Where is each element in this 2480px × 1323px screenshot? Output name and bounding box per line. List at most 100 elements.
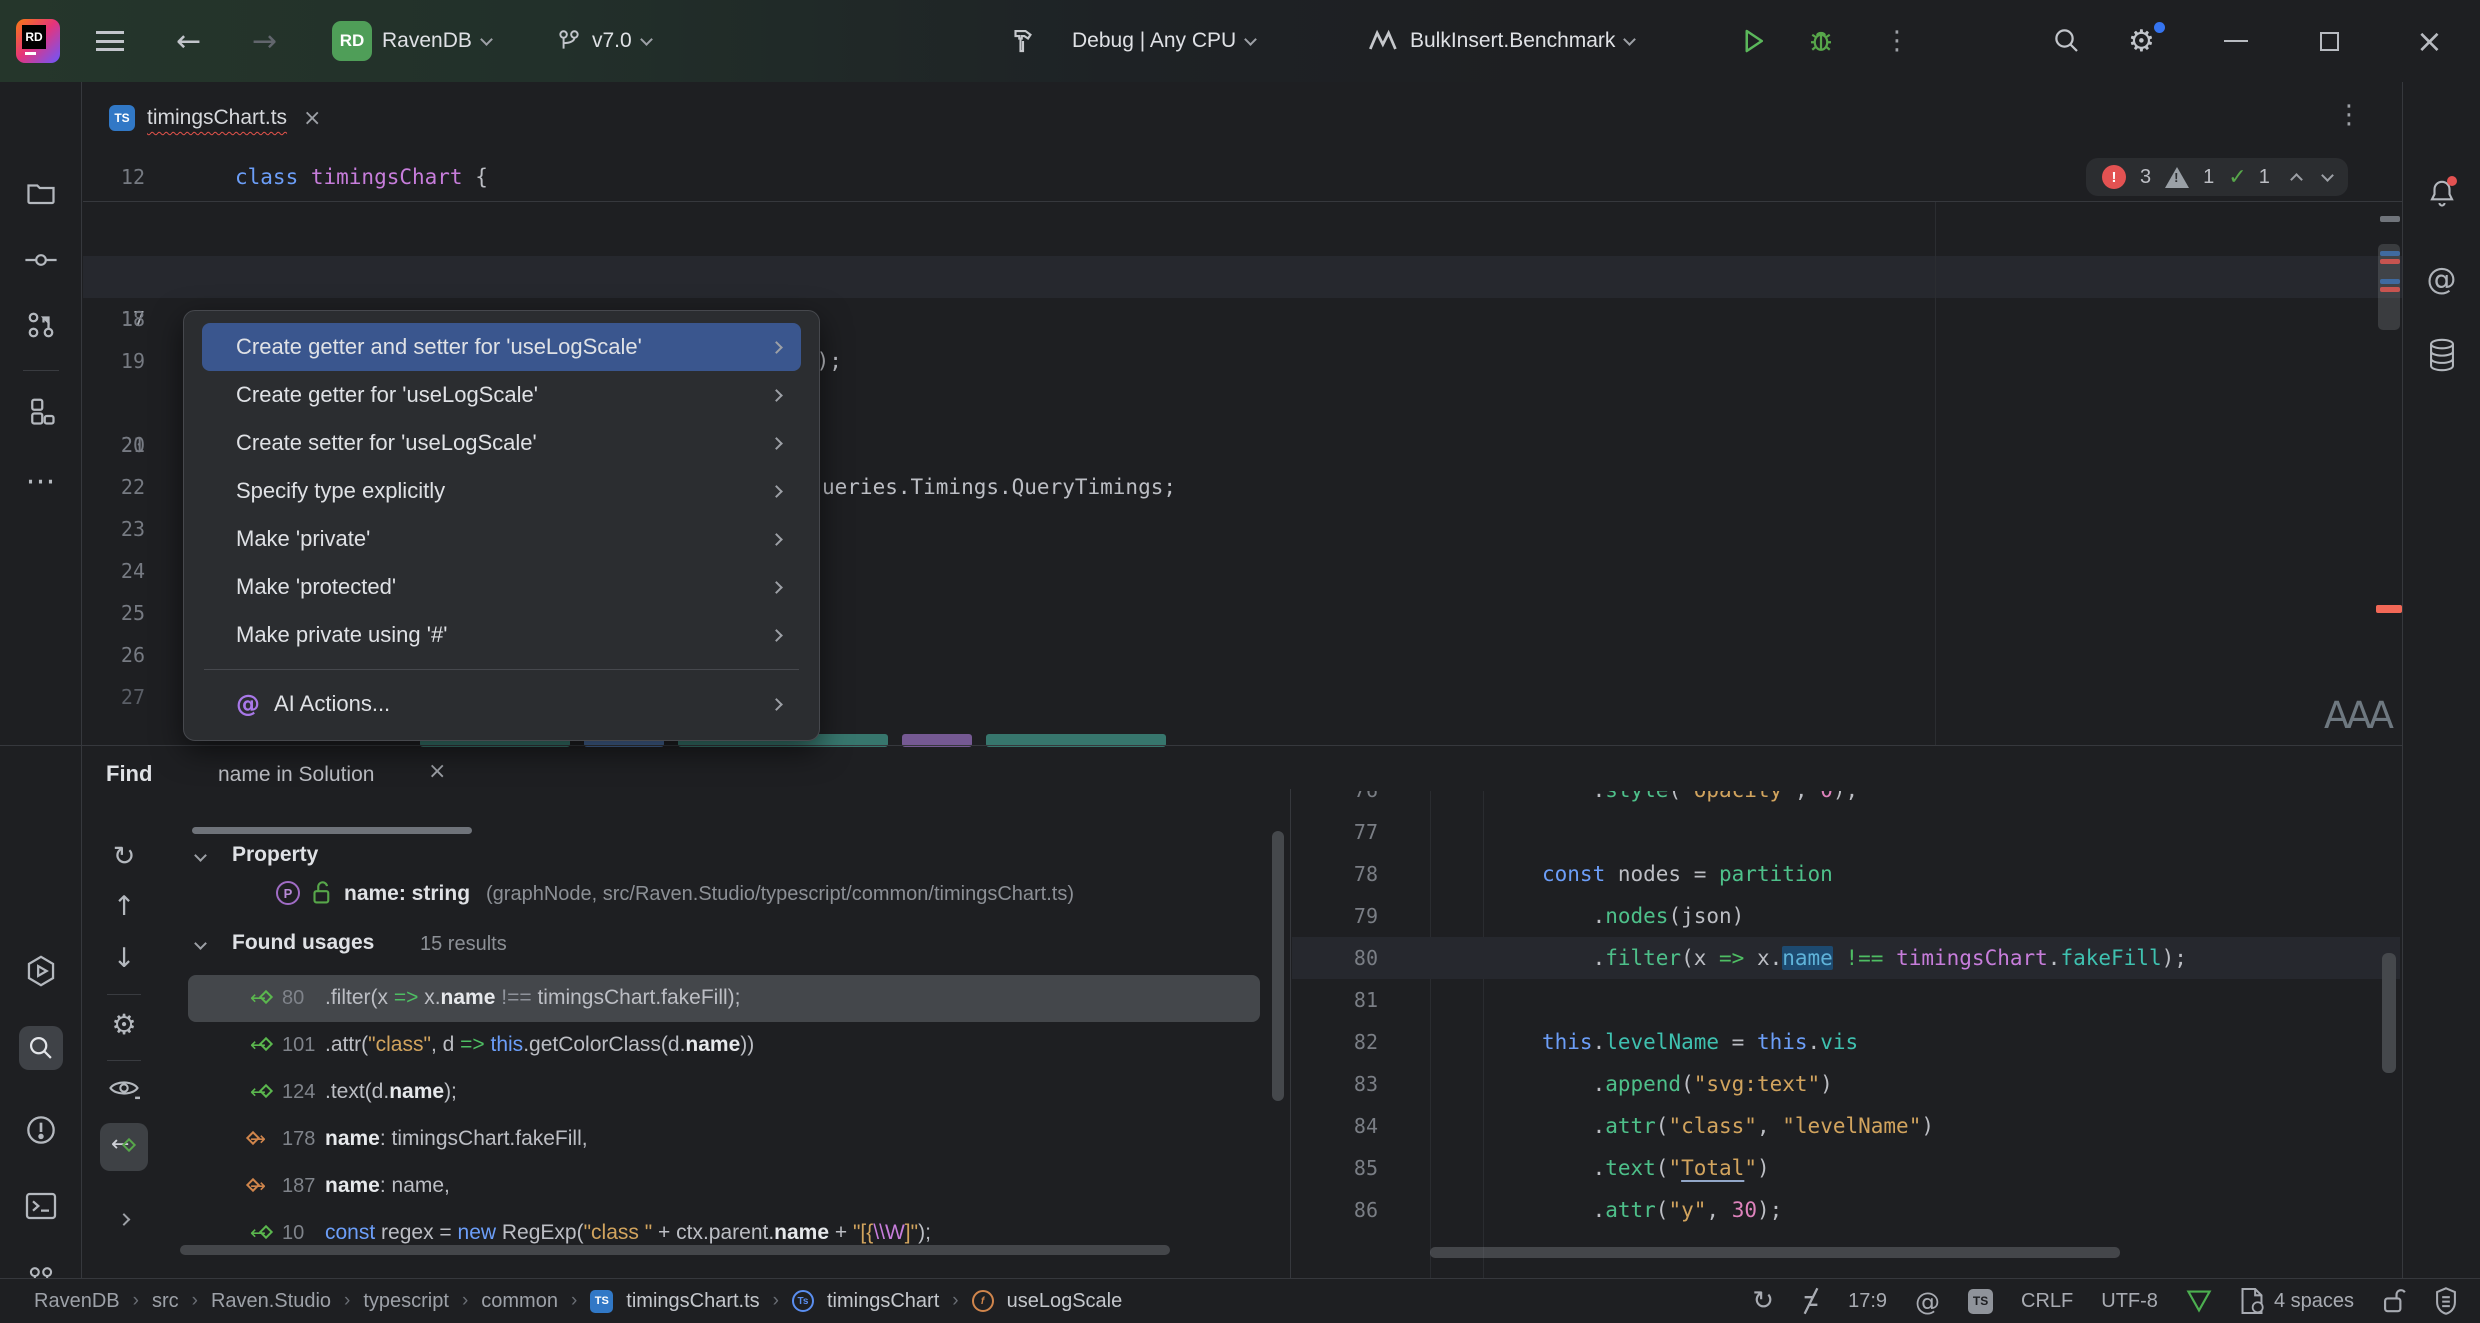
- settings-filter-button[interactable]: ⚙: [111, 1008, 136, 1041]
- unlock-icon[interactable]: [2382, 1287, 2406, 1315]
- maximize-button[interactable]: [2320, 0, 2339, 82]
- minimize-button[interactable]: [2224, 0, 2248, 82]
- forward-button[interactable]: →: [252, 0, 277, 82]
- preview-line: 84 .attr("class", "levelName"): [1292, 1105, 2400, 1147]
- typescript-service-icon[interactable]: TS: [1968, 1289, 1993, 1314]
- settings-button[interactable]: ⚙: [2128, 0, 2155, 82]
- caret-position[interactable]: 17:9: [1848, 1290, 1887, 1313]
- chevron-right-icon: [770, 437, 783, 450]
- database-button[interactable]: [2427, 338, 2457, 372]
- tab-close-icon[interactable]: ×: [303, 106, 321, 131]
- menu-item-make-protected[interactable]: Make 'protected': [202, 563, 801, 611]
- search-everywhere-button[interactable]: [2052, 0, 2082, 82]
- line-ending[interactable]: CRLF: [2021, 1290, 2073, 1313]
- menu-item-make-private[interactable]: Make 'private': [202, 515, 801, 563]
- breadcrumb-item[interactable]: src: [152, 1290, 179, 1313]
- gear-icon: ⚙: [2128, 24, 2155, 59]
- breadcrumb-item[interactable]: common: [481, 1290, 558, 1313]
- more-tools-button[interactable]: ⋯: [26, 464, 56, 499]
- usage-row[interactable]: → 178 name: timingsChart.fakeFill,: [168, 1116, 1272, 1163]
- expand-strip-button[interactable]: [120, 1211, 129, 1229]
- notifications-button[interactable]: [2427, 178, 2457, 208]
- editor-tab-bar: TS timingsChart.ts × ⋮: [83, 82, 2402, 152]
- menu-item-make-private-hash[interactable]: Make private using '#': [202, 611, 801, 659]
- more-actions-button[interactable]: ⋮: [1884, 0, 1910, 82]
- profile-shield-icon[interactable]: [2434, 1287, 2458, 1315]
- menu-item-create-getter[interactable]: Create getter for 'useLogScale': [202, 371, 801, 419]
- usage-row[interactable]: ← 124 .text(d.name);: [168, 1069, 1272, 1116]
- group-property[interactable]: Property: [232, 843, 318, 867]
- menu-item-label: Make 'private': [236, 526, 370, 552]
- next-occurrence-button[interactable]: ↓: [113, 943, 136, 974]
- breadcrumb-item[interactable]: RavenDB: [34, 1290, 120, 1313]
- preview-toggle-button[interactable]: [108, 1076, 140, 1100]
- structure-button[interactable]: [26, 396, 56, 426]
- run-config-selector[interactable]: BulkInsert.Benchmark: [1368, 0, 1634, 82]
- pull-requests-button[interactable]: [26, 310, 56, 340]
- menu-item-specify-type[interactable]: Specify type explicitly: [202, 467, 801, 515]
- editor-options-button[interactable]: ⋮: [2336, 100, 2362, 130]
- inspection-widget[interactable]: !3 1 ✓1: [2086, 158, 2348, 196]
- preview-scrollbar-horizontal[interactable]: [1430, 1247, 2120, 1258]
- line-number: 19: [83, 340, 163, 382]
- highlighting-level-icon[interactable]: [1802, 1287, 1820, 1315]
- editor-line-17[interactable]: 17 useLogScale = ko.observable<boolean>(…: [83, 256, 2402, 298]
- usage-row[interactable]: ← 80 .filter(x => x.name !== timingsChar…: [188, 975, 1260, 1022]
- project-widget[interactable]: RD RavenDB: [332, 0, 491, 82]
- refresh-button[interactable]: ↻: [113, 841, 136, 872]
- menu-item-ai-actions[interactable]: @ AI Actions...: [202, 680, 801, 728]
- commit-button[interactable]: [24, 248, 58, 272]
- close-button[interactable]: ×: [2416, 0, 2443, 82]
- vcs-branch-widget[interactable]: v7.0: [556, 0, 651, 82]
- project-explorer-button[interactable]: [26, 180, 56, 206]
- menu-item-create-getter-setter[interactable]: Create getter and setter for 'useLogScal…: [202, 323, 801, 371]
- stripe-mark[interactable]: [2376, 605, 2402, 613]
- analysis-triangle-icon[interactable]: [2186, 1289, 2212, 1313]
- group-found-usages[interactable]: Found usages: [232, 931, 374, 955]
- stripe-mark[interactable]: [2380, 287, 2400, 292]
- strip-divider: [107, 994, 141, 995]
- results-scrollbar-vertical[interactable]: [1272, 831, 1284, 1101]
- main-menu-button[interactable]: [96, 0, 124, 82]
- debug-button[interactable]: [1806, 0, 1836, 82]
- back-button[interactable]: ←: [176, 0, 201, 82]
- read-access-filter-button[interactable]: ←: [100, 1123, 148, 1171]
- sync-icon[interactable]: ↻: [1752, 1286, 1774, 1316]
- tab-timingschart[interactable]: TS timingsChart.ts ×: [95, 92, 335, 144]
- prev-occurrence-button[interactable]: ↑: [113, 891, 136, 922]
- find-tab-close-icon[interactable]: ×: [428, 759, 446, 784]
- find-tab[interactable]: name in Solution: [218, 763, 374, 787]
- collapse-icon[interactable]: [194, 937, 207, 950]
- line-number: 18: [83, 298, 163, 340]
- breadcrumb-item[interactable]: useLogScale: [1007, 1290, 1123, 1313]
- stripe-mark[interactable]: [2380, 216, 2400, 222]
- results-scrollbar-horizontal[interactable]: [180, 1245, 1170, 1255]
- breadcrumb-item[interactable]: Raven.Studio: [211, 1290, 331, 1313]
- stripe-mark[interactable]: [2380, 251, 2400, 256]
- build-button[interactable]: [1008, 0, 1038, 82]
- stripe-mark[interactable]: [2380, 259, 2400, 264]
- next-problem-icon[interactable]: [2321, 169, 2334, 182]
- editor-line-16[interactable]: 16: [83, 214, 2402, 256]
- run-button[interactable]: [1738, 0, 1768, 82]
- indent-widget[interactable]: 4 spaces: [2240, 1287, 2354, 1315]
- settings-notification-dot: [2154, 22, 2165, 33]
- stripe-mark[interactable]: [2380, 279, 2400, 284]
- tab-label: timingsChart.ts: [147, 106, 287, 130]
- ai-assistant-button[interactable]: @: [2427, 262, 2457, 297]
- menu-item-create-setter[interactable]: Create setter for 'useLogScale': [202, 419, 801, 467]
- breadcrumb-item[interactable]: timingsChart: [827, 1290, 939, 1313]
- file-encoding[interactable]: UTF-8: [2101, 1290, 2158, 1313]
- solution-config-selector[interactable]: Debug | Any CPU: [1072, 0, 1255, 82]
- usage-row[interactable]: ← 101 .attr("class", d => this.getColorC…: [168, 1022, 1272, 1069]
- collapse-icon[interactable]: [194, 849, 207, 862]
- prev-problem-icon[interactable]: [2290, 173, 2303, 186]
- breadcrumb-item[interactable]: timingsChart.ts: [626, 1290, 759, 1313]
- strip-divider: [23, 370, 59, 371]
- preview-scrollbar-vertical[interactable]: [2382, 953, 2396, 1073]
- usage-row[interactable]: → 187 name: name,: [168, 1163, 1272, 1210]
- usage-line-number: 80: [282, 987, 304, 1010]
- code-preview-pane[interactable]: 76 .style("opacity", 0); 77 78const node…: [1292, 791, 2400, 1279]
- ai-icon[interactable]: @: [1915, 1287, 1940, 1316]
- breadcrumb-item[interactable]: typescript: [363, 1290, 449, 1313]
